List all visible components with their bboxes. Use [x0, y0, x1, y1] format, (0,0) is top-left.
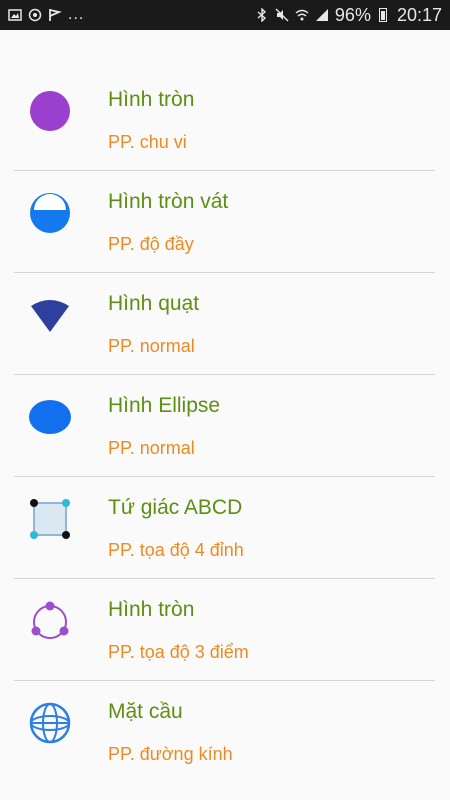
three-point-circle-icon — [27, 598, 73, 644]
shape-list: Hình tròn PP. chu vi Hình tròn vát PP. đ… — [0, 68, 450, 782]
circular-sector-icon — [27, 292, 73, 338]
battery-percent: 96% — [334, 4, 371, 25]
overflow-dots: ... — [68, 6, 85, 23]
notification-icons: ... — [8, 6, 84, 24]
item-subtitle: PP. chu vi — [108, 132, 187, 152]
item-title: Hình tròn — [108, 88, 195, 111]
item-subtitle: PP. độ đầy — [108, 234, 194, 254]
sync-icon — [28, 8, 42, 22]
item-subtitle: PP. normal — [108, 336, 195, 356]
mute-icon — [275, 8, 289, 22]
status-bar: ... 96% 20:17 — [0, 0, 450, 30]
blue-ellipse-icon — [27, 394, 73, 440]
half-filled-circle-icon — [27, 190, 73, 236]
item-subtitle: PP. đường kính — [108, 744, 233, 764]
purple-circle-icon — [27, 88, 73, 134]
item-title: Mặt cầu — [108, 700, 183, 723]
item-subtitle: PP. tọa độ 3 điểm — [108, 642, 249, 662]
list-item[interactable]: Tứ giác ABCD PP. tọa độ 4 đỉnh — [0, 476, 450, 578]
list-item[interactable]: Hình quạt PP. normal — [0, 272, 450, 374]
list-item[interactable]: Hình Ellipse PP. normal — [0, 374, 450, 476]
wifi-icon — [295, 9, 309, 21]
flag-icon — [49, 9, 62, 21]
item-subtitle: PP. tọa độ 4 đỉnh — [108, 540, 244, 560]
item-title: Hình tròn vát — [108, 190, 229, 213]
item-title: Hình Ellipse — [108, 394, 221, 417]
item-title: Tứ giác ABCD — [108, 496, 243, 519]
sphere-icon — [27, 700, 73, 746]
image-icon — [8, 9, 22, 21]
list-item[interactable]: Hình tròn vát PP. độ đầy — [0, 170, 450, 272]
bluetooth-icon — [257, 8, 266, 22]
list-item[interactable]: Hình tròn PP. tọa độ 3 điểm — [0, 578, 450, 680]
list-item[interactable]: Hình tròn PP. chu vi — [0, 68, 450, 170]
battery-icon — [378, 8, 387, 22]
system-icons: 96% 20:17 — [255, 5, 442, 26]
quadrilateral-icon — [27, 496, 73, 542]
signal-icon — [315, 9, 328, 21]
item-title: Hình tròn — [108, 598, 195, 621]
item-subtitle: PP. normal — [108, 438, 195, 458]
clock: 20:17 — [396, 4, 442, 25]
list-item[interactable]: Mặt cầu PP. đường kính — [0, 680, 450, 782]
item-title: Hình quạt — [108, 292, 200, 315]
